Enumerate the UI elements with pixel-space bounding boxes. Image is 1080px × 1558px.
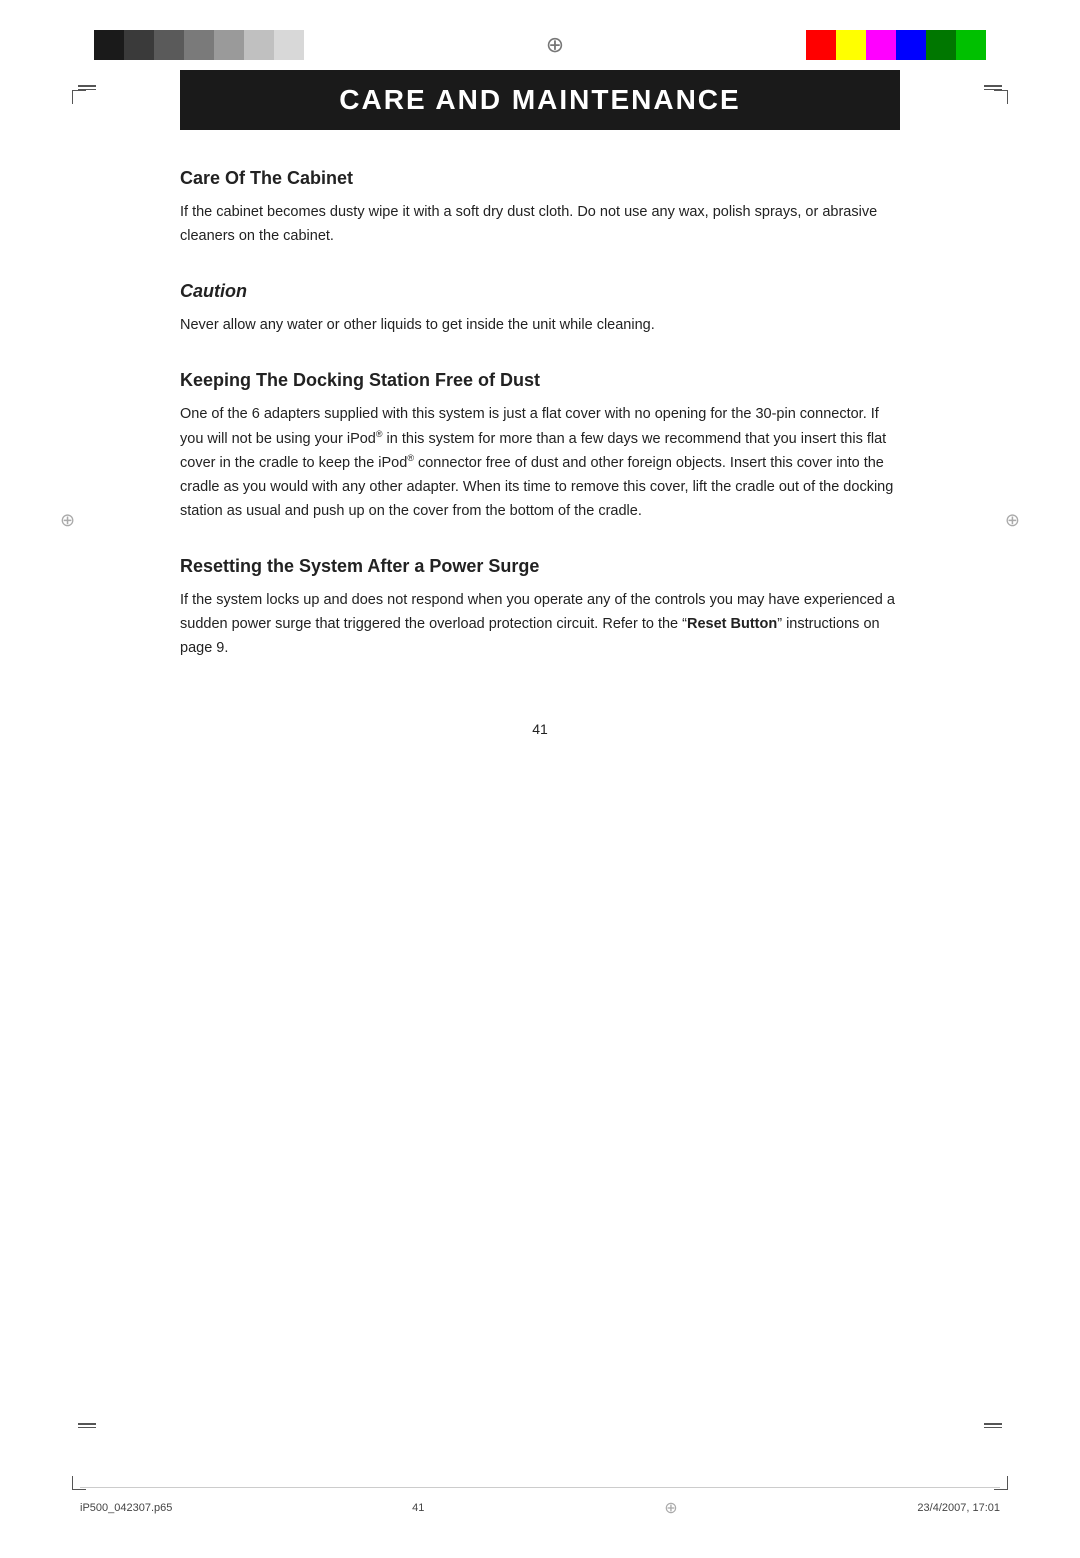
color-bar-green — [956, 30, 986, 60]
color-bar-dk1 — [124, 30, 154, 60]
color-bar-lt2 — [274, 30, 304, 60]
section-body-caution: Never allow any water or other liquids t… — [180, 314, 900, 338]
section-resetting-system: Resetting the System After a Power Surge… — [180, 556, 900, 661]
color-bar-dk2 — [154, 30, 184, 60]
bottom-reg-mark: ⊕ — [664, 1498, 677, 1518]
color-bar-dk3 — [184, 30, 214, 60]
bottom-page-number: 41 — [412, 1502, 424, 1514]
section-heading-caution: Caution — [180, 281, 900, 302]
bottom-filename: iP500_042307.p65 — [80, 1502, 172, 1514]
section-heading-keeping-docking: Keeping The Docking Station Free of Dust — [180, 370, 900, 391]
bottom-tick-left — [78, 1423, 96, 1428]
top-tick-right — [984, 85, 1002, 90]
main-content: CARE AND MAINTENANCE Care Of The Cabinet… — [80, 70, 1000, 737]
page-title: CARE AND MAINTENANCE — [210, 84, 870, 116]
color-bar-black — [94, 30, 124, 60]
section-body-keeping-docking: One of the 6 adapters supplied with this… — [180, 403, 900, 524]
corner-mark-tr — [994, 90, 1008, 104]
bottom-date: 23/4/2007, 17:01 — [917, 1502, 1000, 1514]
page-header-bar: CARE AND MAINTENANCE — [180, 70, 900, 130]
section-heading-resetting-system: Resetting the System After a Power Surge — [180, 556, 900, 577]
section-care-of-cabinet: Care Of The Cabinet If the cabinet becom… — [180, 168, 900, 249]
color-bar-blue — [896, 30, 926, 60]
color-bar-red — [806, 30, 836, 60]
color-bar-magenta — [866, 30, 896, 60]
bottom-line: iP500_042307.p65 41 ⊕ 23/4/2007, 17:01 — [80, 1487, 1000, 1518]
right-reg-mark: ⊕ — [1005, 510, 1020, 531]
section-keeping-docking: Keeping The Docking Station Free of Dust… — [180, 370, 900, 524]
color-bar-lt1 — [244, 30, 274, 60]
center-reg-mark-top: ⊕ — [546, 32, 564, 58]
section-body-resetting-system: If the system locks up and does not resp… — [180, 589, 900, 661]
page-number: 41 — [180, 721, 900, 737]
section-body-care-of-cabinet: If the cabinet becomes dusty wipe it wit… — [180, 201, 900, 249]
reset-button-bold: Reset Button — [687, 616, 777, 632]
bottom-tick-right — [984, 1423, 1002, 1428]
color-bar-dk4 — [214, 30, 244, 60]
bottom-marks: iP500_042307.p65 41 ⊕ 23/4/2007, 17:01 — [0, 1487, 1080, 1518]
color-bar-yellow — [836, 30, 866, 60]
corner-mark-tl — [72, 90, 86, 104]
page: ⊕ ⊕ ⊕ CARE AND MAINTENANCE Care Of The C… — [0, 30, 1080, 1558]
section-caution: Caution Never allow any water or other l… — [180, 281, 900, 338]
section-heading-care-of-cabinet: Care Of The Cabinet — [180, 168, 900, 189]
left-reg-mark: ⊕ — [60, 510, 75, 531]
top-tick-left — [78, 85, 96, 90]
color-bar-dkgreen — [926, 30, 956, 60]
